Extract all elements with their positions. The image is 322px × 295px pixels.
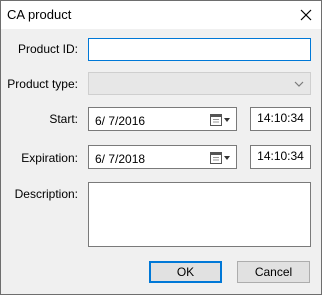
calendar-icon [210,114,230,126]
calendar-icon [210,152,230,164]
start-date-picker[interactable]: 6/ 7/2016 [88,107,237,131]
expiration-label: Expiration: [21,151,78,165]
expiration-time-field[interactable]: 14:10:34 [250,145,311,169]
description-textarea[interactable] [88,182,311,247]
product-id-label: Product ID: [17,42,78,56]
close-button[interactable] [291,1,321,29]
start-calendar-button[interactable] [210,113,232,127]
expiration-date-picker[interactable]: 6/ 7/2018 [88,145,237,169]
start-label: Start: [49,112,78,126]
ok-button[interactable]: OK [149,261,222,283]
product-dialog: CA product Product ID: Product type: Sta… [0,0,322,295]
chevron-down-icon [294,81,304,87]
product-type-label: Product type: [7,77,78,91]
description-label: Description: [14,187,78,201]
expiration-date-value: 6/ 7/2018 [95,152,146,166]
title-bar: CA product [1,1,321,29]
product-id-input[interactable] [88,38,311,61]
close-icon [300,9,312,21]
start-time-field[interactable]: 14:10:34 [250,107,311,131]
cancel-button[interactable]: Cancel [237,261,310,283]
expiration-calendar-button[interactable] [210,151,232,165]
product-type-select[interactable] [88,72,311,95]
window-title: CA product [7,7,72,22]
start-date-value: 6/ 7/2016 [95,114,146,128]
